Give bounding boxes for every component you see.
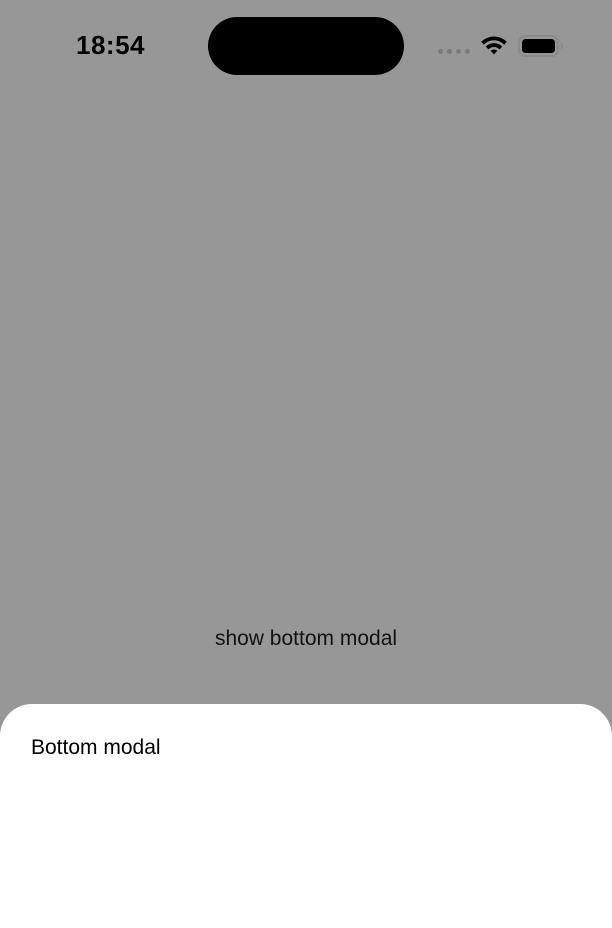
battery-icon: [518, 35, 563, 57]
show-bottom-modal-button[interactable]: show bottom modal: [180, 620, 432, 658]
dynamic-island: [208, 17, 404, 75]
status-bar: 18:54: [0, 0, 612, 92]
bottom-modal-sheet: Bottom modal: [0, 704, 612, 928]
wifi-icon: [481, 36, 507, 55]
status-time: 18:54: [76, 30, 145, 60]
cellular-signal-icon: [438, 49, 470, 55]
bottom-modal-title: Bottom modal: [31, 736, 161, 759]
app-screen: 18:54 show bottom modal Bottom modal: [0, 0, 612, 928]
